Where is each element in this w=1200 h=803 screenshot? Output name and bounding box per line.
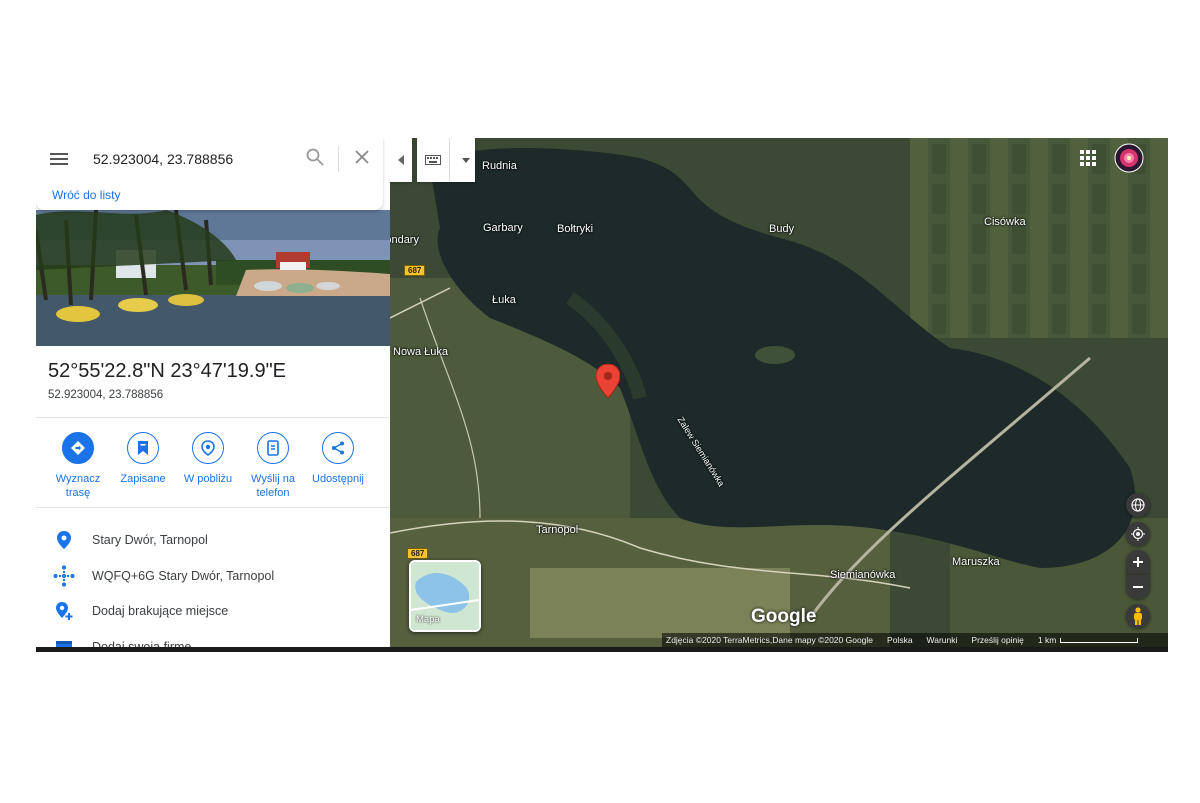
map-label-bondary: Bondary [390, 234, 419, 246]
save-circle [127, 432, 159, 464]
nearby-circle [192, 432, 224, 464]
close-icon [355, 149, 369, 164]
directions-circle [62, 432, 94, 464]
place-title: 52°55'22.8"N 23°47'19.9"E [48, 360, 287, 382]
plus-code-icon [53, 565, 75, 587]
globe-view-button[interactable] [1126, 493, 1150, 517]
side-panel: Wróć do listy 52°55'22.8"N 23°47'19.9"E … [36, 138, 390, 652]
clear-search-button[interactable] [355, 149, 369, 169]
collapse-panel-button[interactable] [390, 138, 412, 182]
globe-icon [1131, 498, 1145, 512]
plus-icon [1133, 557, 1143, 567]
search-box [36, 138, 383, 181]
chevron-left-icon [398, 155, 404, 165]
map-label-rudnia: Rudnia [482, 160, 517, 172]
scale-label: 1 km [1037, 635, 1057, 645]
map-label-garbary: Garbary [483, 222, 523, 234]
satellite-map[interactable]: Rudnia Bondary Garbary Bołtryki Budy Cis… [390, 138, 1168, 652]
map-label-maruszka: Maruszka [952, 556, 1000, 568]
share-label: Udostępnij [312, 473, 364, 485]
map-type-toggle[interactable]: Mapa [409, 560, 481, 632]
share-icon [332, 441, 344, 455]
add-place-icon [56, 602, 73, 620]
plus-code-row[interactable]: WQFQ+6G Stary Dwór, Tarnopol [36, 561, 390, 591]
directions-button[interactable]: Wyznacz trasę [46, 432, 110, 500]
my-location-icon [1131, 527, 1145, 541]
pegman-icon [1134, 607, 1142, 625]
save-label: Zapisane [120, 473, 166, 485]
country-link[interactable]: Polska [887, 635, 913, 645]
location-marker-icon[interactable] [596, 364, 620, 398]
add-missing-place-row[interactable]: Dodaj brakujące miejsce [36, 596, 390, 626]
feedback-link[interactable]: Prześlij opinię [971, 635, 1023, 645]
map-label-budy: Budy [769, 223, 795, 235]
map-label-luka: Łuka [492, 294, 516, 306]
my-location-button[interactable] [1126, 522, 1150, 546]
map-label-nowa-luka: Nowa Łuka [393, 346, 449, 358]
nearby-label: W pobliżu [183, 473, 233, 485]
address-text: Stary Dwór, Tarnopol [92, 533, 208, 547]
google-logo: Google [751, 606, 817, 627]
road-badge-687: 687 [407, 548, 429, 559]
map-label-boltryki: Bołtryki [557, 223, 594, 235]
attribution-bar: Zdjęcia ©2020 TerraMetrics,Dane mapy ©20… [662, 633, 1168, 647]
search-input[interactable] [91, 150, 295, 168]
directions-icon [71, 441, 85, 455]
bookmark-icon [138, 441, 148, 455]
menu-button[interactable] [36, 153, 82, 165]
directions-label: Wyznacz trasę [55, 473, 101, 499]
keyboard-icon [425, 155, 441, 165]
terms-link[interactable]: Warunki [927, 635, 958, 645]
location-pin-icon [57, 531, 71, 549]
place-coordinates: 52.923004, 23.788856 [48, 389, 164, 401]
back-to-list-bar: Wróć do listy [36, 180, 383, 210]
plus-code-text: WQFQ+6G Stary Dwór, Tarnopol [92, 569, 275, 583]
maps-window: Rudnia Bondary Garbary Bołtryki Budy Cis… [36, 138, 1168, 652]
back-to-list-link[interactable]: Wróć do listy [52, 188, 120, 202]
input-tools-button[interactable] [417, 138, 475, 182]
add-missing-place-text: Dodaj brakujące miejsce [92, 604, 229, 618]
nearby-button[interactable]: W pobliżu [176, 432, 240, 486]
share-circle [322, 432, 354, 464]
search-button[interactable] [306, 148, 324, 171]
search-icon [306, 148, 324, 166]
send-to-phone-icon [267, 440, 279, 456]
street-view-pegman[interactable] [1126, 604, 1150, 628]
address-row[interactable]: Stary Dwór, Tarnopol [36, 525, 390, 555]
minus-icon [1133, 586, 1143, 588]
map-label-cisowka: Cisówka [984, 216, 1026, 228]
window-bottom-edge [36, 647, 1168, 652]
scale-line [1060, 637, 1139, 643]
divider [36, 417, 390, 418]
chevron-down-icon [462, 157, 470, 163]
satellite-imagery [390, 138, 1168, 652]
nearby-icon [201, 440, 215, 456]
scale-bar: 1 km [1037, 635, 1139, 645]
map-type-label: Mapa [416, 614, 440, 625]
zoom-in-button[interactable] [1126, 550, 1150, 574]
attribution-data: Zdjęcia ©2020 TerraMetrics,Dane mapy ©20… [666, 635, 874, 645]
avatar[interactable] [1114, 143, 1144, 173]
divider [36, 507, 390, 508]
send-to-phone-label: Wyślij na telefon [251, 473, 295, 499]
map-label-tarnopol: Tarnopol [536, 524, 579, 536]
send-to-phone-circle [257, 432, 289, 464]
send-to-phone-button[interactable]: Wyślij na telefon [241, 432, 305, 500]
save-button[interactable]: Zapisane [111, 432, 175, 486]
hamburger-menu-icon [50, 153, 68, 165]
apps-grid-icon[interactable] [1080, 150, 1096, 166]
place-photo[interactable] [36, 210, 390, 346]
zoom-out-button[interactable] [1126, 575, 1150, 599]
map-label-siemianowka: Siemianówka [830, 569, 896, 581]
share-button[interactable]: Udostępnij [306, 432, 370, 486]
road-badge-687: 687 [404, 265, 426, 276]
